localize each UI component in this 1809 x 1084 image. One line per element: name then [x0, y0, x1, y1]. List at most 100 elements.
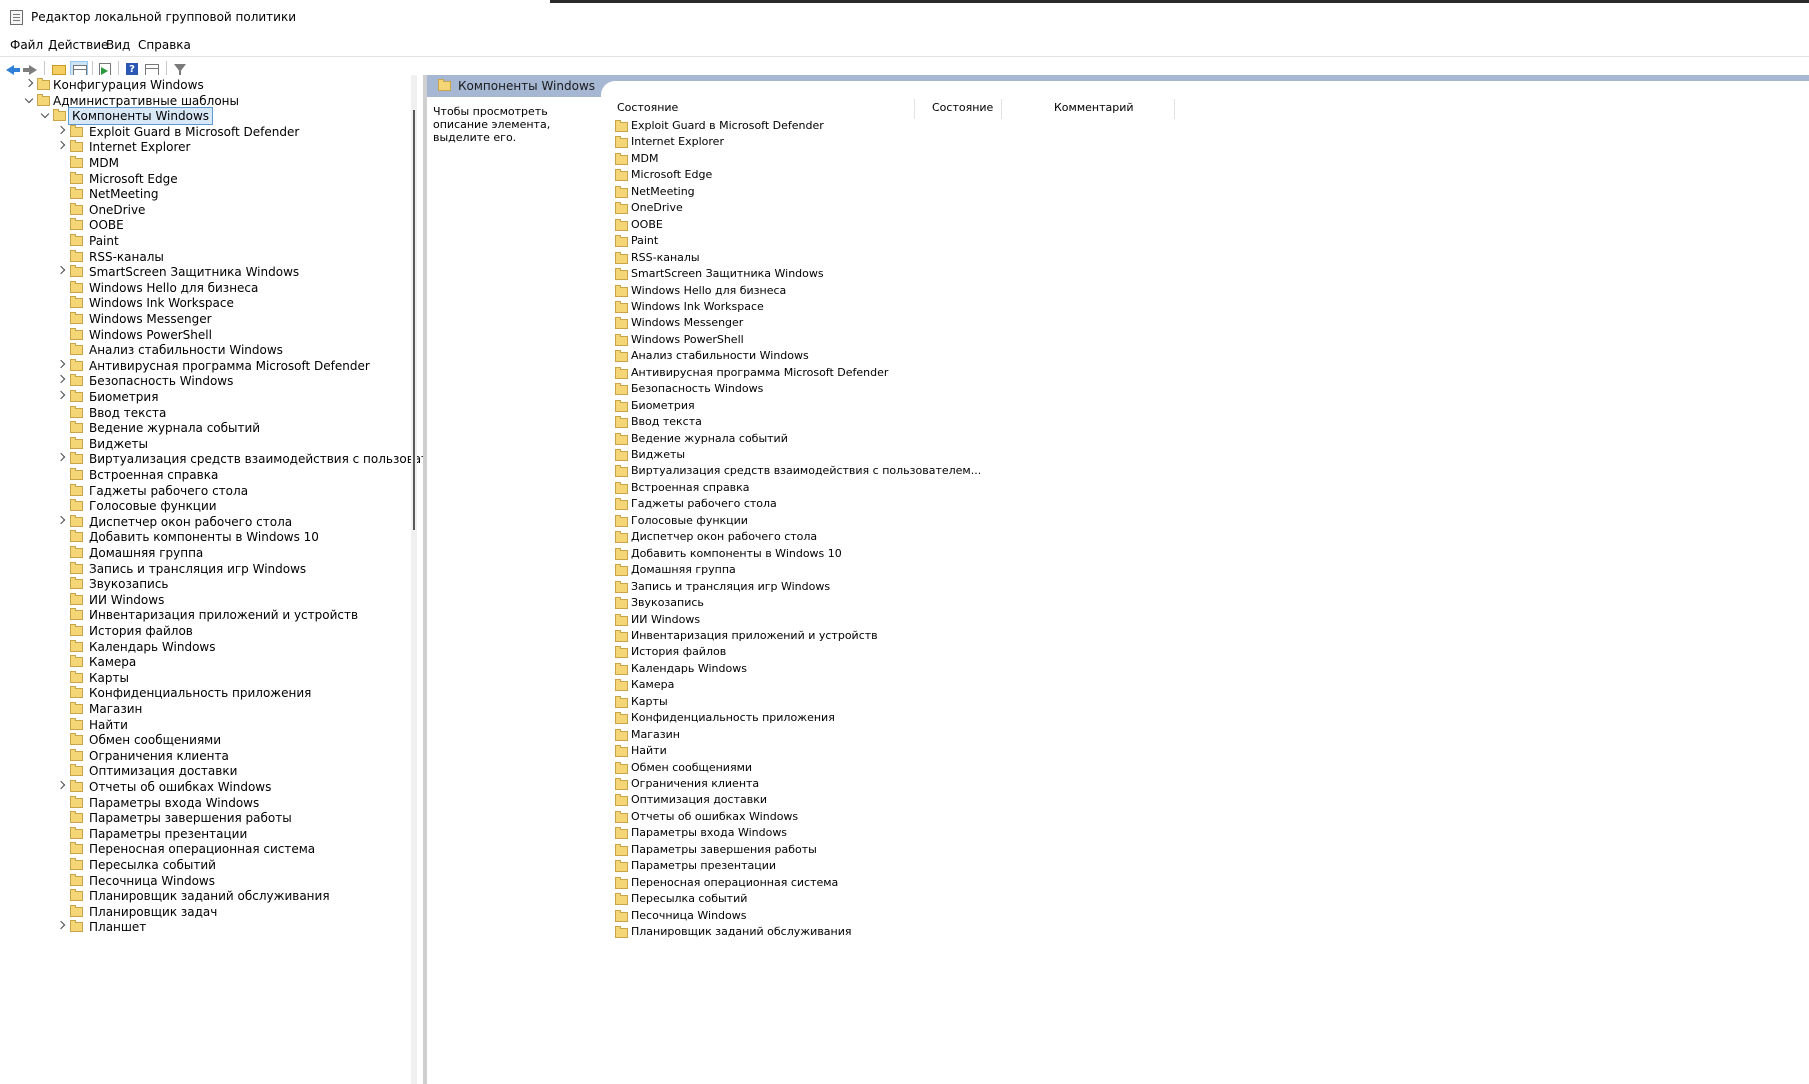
list-item[interactable]: MDM: [615, 151, 915, 167]
list-item[interactable]: Ограничения клиента: [615, 776, 915, 792]
menu-file[interactable]: Файл: [10, 36, 43, 54]
chevron-right-icon[interactable]: [56, 453, 66, 462]
list-item[interactable]: Домашняя группа: [615, 562, 915, 578]
tree-node[interactable]: Отчеты об ошибках Windows: [0, 779, 410, 795]
list-item[interactable]: Paint: [615, 233, 915, 249]
tree-node[interactable]: Оптимизация доставки: [0, 763, 410, 779]
tree-node[interactable]: Конфигурация Windows: [0, 77, 410, 93]
tree-node[interactable]: Камера: [0, 654, 410, 670]
tree-node[interactable]: Запись и трансляция игр Windows: [0, 561, 410, 577]
tree-node[interactable]: Windows Hello для бизнеса: [0, 280, 410, 296]
tree-node[interactable]: Гаджеты рабочего стола: [0, 483, 410, 499]
list-item[interactable]: Карты: [615, 694, 915, 710]
chevron-right-icon[interactable]: [56, 780, 66, 790]
tree-node[interactable]: Песочница Windows: [0, 873, 410, 889]
list-item[interactable]: ИИ Windows: [615, 612, 915, 628]
column-header-state[interactable]: Состояние: [932, 99, 993, 119]
tree-node[interactable]: Windows Messenger: [0, 311, 410, 327]
tree-node[interactable]: Встроенная справка: [0, 467, 410, 483]
list-item[interactable]: Песочница Windows: [615, 908, 915, 924]
chevron-right-icon[interactable]: [56, 141, 66, 150]
tree-node[interactable]: Добавить компоненты в Windows 10: [0, 529, 410, 545]
tree-node[interactable]: Планшет: [0, 919, 410, 935]
list-item[interactable]: Переносная операционная система: [615, 875, 915, 891]
list-item[interactable]: Голосовые функции: [615, 513, 915, 529]
tree-node[interactable]: Параметры презентации: [0, 826, 410, 842]
list-item[interactable]: Windows Messenger: [615, 315, 915, 331]
tree-node[interactable]: Анализ стабильности Windows: [0, 342, 410, 358]
tree-node[interactable]: Windows PowerShell: [0, 327, 410, 343]
tree-node[interactable]: RSS-каналы: [0, 249, 410, 265]
tree-node[interactable]: Виртуализация средств взаимодействия с п…: [0, 451, 423, 467]
list-item[interactable]: NetMeeting: [615, 184, 915, 200]
tree-node[interactable]: OOBE: [0, 217, 410, 233]
chevron-right-icon[interactable]: [56, 515, 66, 525]
tree-node[interactable]: Конфиденциальность приложения: [0, 685, 410, 701]
tree-node[interactable]: Домашняя группа: [0, 545, 410, 561]
list-item[interactable]: Диспетчер окон рабочего стола: [615, 529, 915, 545]
tree-node[interactable]: Планировщик задач: [0, 904, 410, 920]
tree-node[interactable]: Найти: [0, 717, 410, 733]
tree-node[interactable]: ИИ Windows: [0, 592, 410, 608]
tree-node[interactable]: Пересылка событий: [0, 857, 410, 873]
list-item[interactable]: Камера: [615, 677, 915, 693]
list-item[interactable]: Windows Ink Workspace: [615, 299, 915, 315]
tree-node[interactable]: Планировщик заданий обслуживания: [0, 888, 410, 904]
chevron-right-icon[interactable]: [56, 125, 66, 135]
list-item[interactable]: Параметры входа Windows: [615, 825, 915, 841]
list-item[interactable]: Найти: [615, 743, 915, 759]
chevron-right-icon[interactable]: [56, 375, 66, 384]
chevron-right-icon[interactable]: [24, 78, 34, 88]
tree-node[interactable]: Exploit Guard в Microsoft Defender: [0, 124, 410, 140]
list-item[interactable]: Пересылка событий: [615, 891, 915, 907]
list-item[interactable]: Календарь Windows: [615, 661, 915, 677]
list-item[interactable]: Ведение журнала событий: [615, 431, 915, 447]
tree-node[interactable]: Компоненты Windows: [0, 107, 410, 126]
column-separator[interactable]: [1001, 99, 1002, 119]
list-item[interactable]: Конфиденциальность приложения: [615, 710, 915, 726]
list-item[interactable]: Инвентаризация приложений и устройств: [615, 628, 915, 644]
list-item[interactable]: Планировщик заданий обслуживания: [615, 924, 915, 940]
menu-action[interactable]: Действие: [48, 36, 108, 54]
tree-node[interactable]: Paint: [0, 233, 410, 249]
list-item[interactable]: Магазин: [615, 727, 915, 743]
tree-node[interactable]: Голосовые функции: [0, 498, 410, 514]
tree-node[interactable]: Ведение журнала событий: [0, 420, 410, 436]
list-item[interactable]: Виджеты: [615, 447, 915, 463]
list-item[interactable]: Параметры презентации: [615, 858, 915, 874]
tree-scroll-thumb[interactable]: [413, 110, 415, 530]
tree-node[interactable]: Звукозапись: [0, 576, 410, 592]
column-separator[interactable]: [1174, 99, 1175, 119]
list-item[interactable]: Анализ стабильности Windows: [615, 348, 915, 364]
list-item[interactable]: Встроенная справка: [615, 480, 915, 496]
list-item[interactable]: Отчеты об ошибках Windows: [615, 809, 915, 825]
list-item[interactable]: Добавить компоненты в Windows 10: [615, 546, 915, 562]
list-item[interactable]: Гаджеты рабочего стола: [615, 496, 915, 512]
list-item[interactable]: Ввод текста: [615, 414, 915, 430]
list-item[interactable]: RSS-каналы: [615, 250, 915, 266]
chevron-down-icon[interactable]: [40, 109, 50, 119]
list-item[interactable]: Параметры завершения работы: [615, 842, 915, 858]
list-item[interactable]: SmartScreen Защитника Windows: [615, 266, 915, 282]
tree-node[interactable]: Биометрия: [0, 389, 410, 405]
tree-node[interactable]: Обмен сообщениями: [0, 732, 410, 748]
list-item[interactable]: Биометрия: [615, 398, 915, 414]
tree-node[interactable]: Microsoft Edge: [0, 171, 410, 187]
chevron-right-icon[interactable]: [56, 265, 66, 275]
tree-node[interactable]: Диспетчер окон рабочего стола: [0, 514, 410, 530]
tree-node[interactable]: Карты: [0, 670, 410, 686]
tree-node[interactable]: MDM: [0, 155, 410, 171]
list-item[interactable]: Звукозапись: [615, 595, 915, 611]
column-header-comment[interactable]: Комментарий: [1054, 99, 1134, 119]
tree-node[interactable]: NetMeeting: [0, 186, 410, 202]
list-item[interactable]: Оптимизация доставки: [615, 792, 915, 808]
tree-pane[interactable]: Конфигурация Windows Административные шаб…: [0, 75, 423, 1084]
tree-node[interactable]: Административные шаблоны: [0, 93, 410, 109]
menu-view[interactable]: Вид: [106, 36, 130, 54]
tree-node[interactable]: Параметры входа Windows: [0, 795, 410, 811]
tree-node[interactable]: Windows Ink Workspace: [0, 295, 410, 311]
chevron-right-icon[interactable]: [56, 921, 66, 930]
list-item[interactable]: Запись и трансляция игр Windows: [615, 579, 915, 595]
list-item[interactable]: История файлов: [615, 644, 915, 660]
chevron-right-icon[interactable]: [56, 390, 66, 400]
